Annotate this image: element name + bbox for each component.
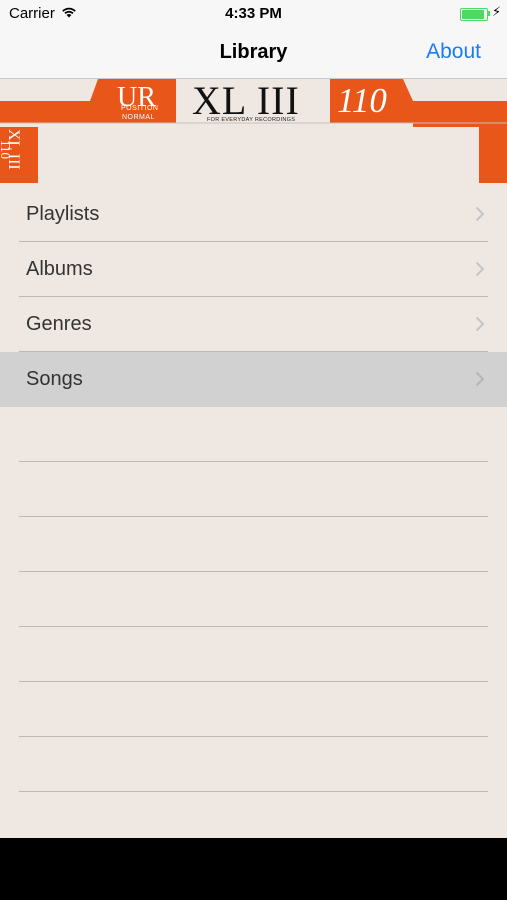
list-item-albums[interactable]: Albums [0,242,507,297]
chevron-right-icon [475,371,485,392]
chevron-right-icon [475,316,485,337]
tape-length-number: 110 [337,81,387,120]
empty-row-separator [19,626,488,627]
list-item-genres[interactable]: Genres [0,297,507,352]
empty-row-separator [19,681,488,682]
library-list: Playlists Albums Genres Songs [0,187,507,407]
about-button[interactable]: About [426,40,481,64]
chevron-right-icon [475,261,485,282]
list-item-label: Albums [26,258,93,280]
empty-row-separator [19,736,488,737]
brand-tagline: FOR EVERYDAY RECORDINGS [207,117,296,123]
battery-icon [460,8,488,21]
list-item-playlists[interactable]: Playlists [0,187,507,242]
empty-row-separator [19,461,488,462]
list-item-songs[interactable]: Songs [0,352,507,407]
navigation-bar: Library About [0,28,507,79]
clock-time: 4:33 PM [225,5,282,22]
side-number-label: 110 [0,140,13,160]
brand-logo-text: XL III [192,78,300,123]
empty-row-separator [19,791,488,792]
ur-sub-label-2: NORMAL [122,114,155,121]
empty-row-separator [19,516,488,517]
ur-sub-label: POSITION [121,105,159,112]
list-item-label: Genres [26,313,92,335]
screen: Carrier 4:33 PM ⚡ Library About UR POSIT… [0,0,507,838]
chevron-right-icon [475,206,485,227]
status-bar: Carrier 4:33 PM ⚡ [0,0,507,28]
battery-tip [488,11,490,16]
list-item-label: Playlists [26,203,100,225]
bolt-icon: ⚡ [492,4,502,19]
empty-row-separator [19,571,488,572]
list-item-label: Songs [26,368,83,390]
